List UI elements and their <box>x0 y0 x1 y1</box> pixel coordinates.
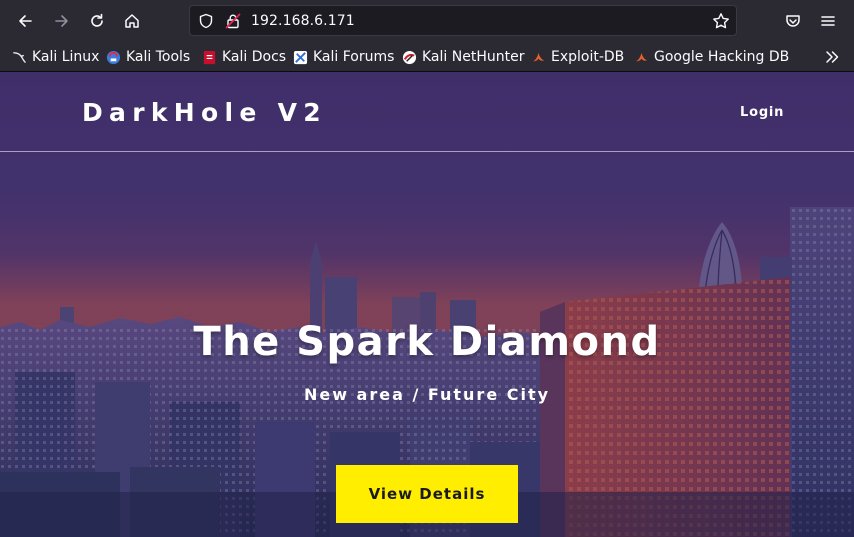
pocket-button[interactable] <box>781 9 805 33</box>
menu-button[interactable] <box>816 9 840 33</box>
ghdb-icon <box>635 52 648 61</box>
shield-icon[interactable] <box>198 13 214 29</box>
site-header: DarkHole V2 Login <box>0 72 854 152</box>
bookmark-label: Kali Tools <box>126 49 191 65</box>
home-icon <box>125 14 139 28</box>
browser-toolbar: 192.168.6.171 <box>0 0 854 42</box>
bookmarks-toolbar: Kali Linux Kali Tools Kali Docs Kali For… <box>0 42 854 72</box>
bookmark-kali-forums[interactable]: Kali Forums <box>293 48 394 66</box>
bookmark-kali-linux[interactable]: Kali Linux <box>12 48 99 66</box>
web-page: DarkHole V2 Login The Spark Diamond New … <box>0 72 854 537</box>
home-button[interactable] <box>120 9 144 33</box>
bookmark-label: Google Hacking DB <box>654 49 790 65</box>
exploit-db-icon <box>532 52 545 61</box>
bookmark-label: Kali Docs <box>222 49 287 65</box>
hero-title: The Spark Diamond <box>193 319 661 365</box>
login-link[interactable]: Login <box>740 105 784 120</box>
bookmark-exploit-db[interactable]: Exploit-DB <box>531 48 624 66</box>
bookmark-label: Kali NetHunter <box>422 49 525 65</box>
site-logo[interactable]: DarkHole V2 <box>82 98 327 127</box>
reload-icon <box>91 13 103 27</box>
hamburger-menu-icon <box>821 16 835 26</box>
bookmark-label: Exploit-DB <box>551 49 625 65</box>
forward-arrow-icon <box>55 15 68 27</box>
bookmark-google-hacking-db[interactable]: Google Hacking DB <box>634 48 789 66</box>
bookmarks-overflow-button[interactable] <box>820 45 844 69</box>
pocket-icon <box>786 15 800 27</box>
back-button[interactable] <box>13 9 37 33</box>
kali-dragon-icon <box>13 51 26 63</box>
bookmark-kali-tools[interactable]: Kali Tools <box>106 48 190 66</box>
hero-subtitle: New area / Future City <box>303 385 551 404</box>
view-details-button[interactable]: View Details <box>336 465 518 523</box>
reload-button[interactable] <box>85 9 109 33</box>
insecure-lock-icon[interactable] <box>225 13 241 29</box>
forward-button[interactable] <box>50 9 74 33</box>
bookmark-star-icon[interactable] <box>712 12 730 30</box>
bookmark-label: Kali Forums <box>313 49 395 65</box>
url-text[interactable]: 192.168.6.171 <box>251 13 355 29</box>
back-arrow-icon <box>19 15 32 27</box>
kali-tools-icon <box>106 50 121 64</box>
url-bar[interactable]: 192.168.6.171 <box>189 5 737 36</box>
kali-docs-icon <box>203 50 216 64</box>
double-chevron-right-icon <box>826 51 839 63</box>
kali-forums-icon <box>293 50 308 64</box>
bookmark-kali-nethunter[interactable]: Kali NetHunter <box>402 48 524 66</box>
kali-nethunter-icon <box>402 50 417 64</box>
bookmark-label: Kali Linux <box>32 49 100 65</box>
bookmark-kali-docs[interactable]: Kali Docs <box>202 48 286 66</box>
